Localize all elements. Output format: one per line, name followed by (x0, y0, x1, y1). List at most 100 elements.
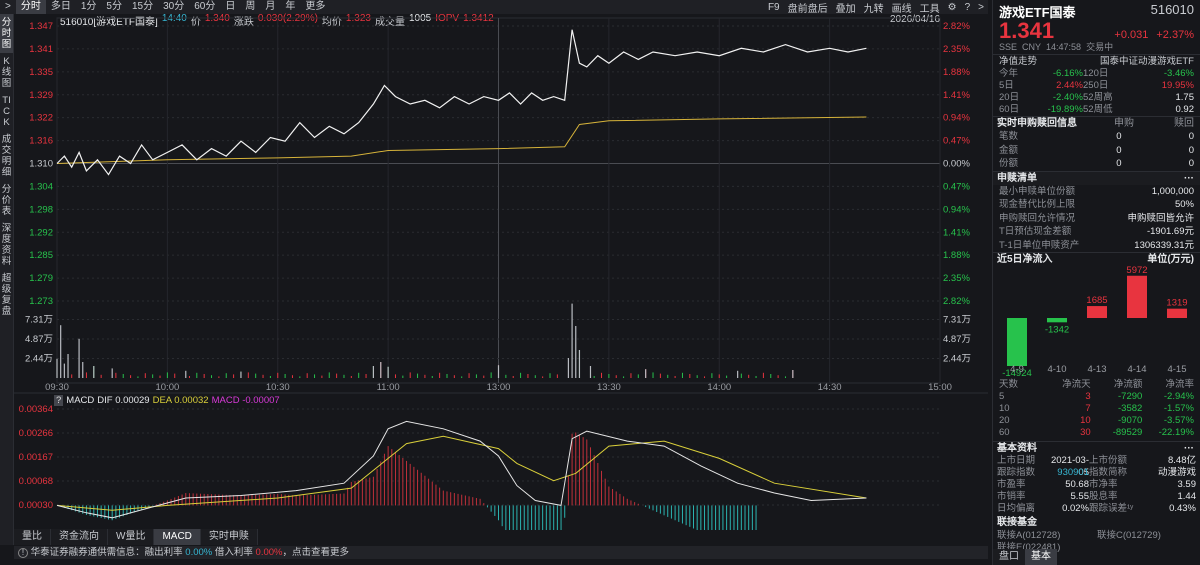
inflow-day: 4-9 (1010, 364, 1024, 375)
nav-cell: 19.95% (1161, 80, 1194, 91)
inflow-cell: -22.19% (1158, 427, 1194, 438)
inflow-value: 5972 (1126, 266, 1147, 276)
basic-cell: 跟踪误差¹ʸ (1089, 503, 1134, 514)
creation-value: 1306339.31元 (1134, 239, 1194, 251)
inflow-day: 4-15 (1167, 364, 1186, 375)
macd-tick: 0.00167 (19, 452, 53, 463)
pct-tick: 1.88% (943, 250, 970, 261)
indicator-tab-4[interactable]: 实时申赎 (200, 529, 258, 545)
inflow-table-header: 天数 净流天 净流额 净流率 (993, 379, 1200, 391)
view-tab-6[interactable]: 超级复盘 (0, 270, 13, 320)
trade-state: 交易中 (1086, 42, 1114, 52)
creation-row: 现金替代比例上限 50% (993, 198, 1200, 212)
price-tick: 1.329 (29, 90, 53, 101)
realtime-cell: 0 (1188, 158, 1194, 169)
inflow-unit: 单位(万元) (1147, 254, 1194, 265)
inflow-cell: 5 (999, 391, 1005, 402)
time-tick: 13:30 (597, 382, 621, 393)
basic-cell: 0.02% (1062, 503, 1089, 514)
inflow-cell: 7 (1085, 403, 1091, 414)
time-tick: 11:00 (377, 382, 400, 393)
view-tab-0[interactable]: 分时图 (0, 14, 13, 53)
inflow-head: 净流天 (1062, 379, 1091, 390)
view-tab-3[interactable]: 成交明细 (0, 131, 13, 181)
creation-label: T-1日单位申赎资产 (999, 239, 1080, 251)
inflow-day: 4-13 (1087, 364, 1106, 375)
panel-tab-0[interactable]: 盘口 (993, 549, 1025, 565)
creation-value: 50% (1174, 199, 1194, 210)
inflow-cell: 10 (999, 403, 1010, 414)
price-tick: 1.335 (29, 67, 53, 78)
nav-cell: 52周高 (1083, 92, 1113, 103)
creation-value: 1,000,000 (1151, 185, 1194, 197)
indicator-tab-1[interactable]: 资金流向 (51, 529, 108, 545)
realtime-cell: 金额 (999, 144, 1019, 156)
indicator-tab-2[interactable]: W量比 (108, 529, 155, 545)
time-tick: 15:00 (928, 382, 952, 393)
inflow-row: 10 7 -3582 -1.57% (993, 403, 1200, 415)
view-tab-5[interactable]: 深度资料 (0, 220, 13, 270)
basic-cell: 1.44 (1177, 491, 1197, 502)
realtime-title: 实时申购赎回信息 (997, 118, 1077, 129)
inflow-bar (1087, 306, 1107, 318)
nav-cell: 250日 (1083, 80, 1109, 91)
price-tick: 1.341 (29, 44, 53, 55)
basic-more-button[interactable]: ··· (1184, 442, 1194, 455)
nav-cell: 今年 (999, 68, 1019, 79)
macd-name: MACD (66, 395, 95, 406)
realtime-cell: 0 (1116, 144, 1122, 156)
last-price: 1.341 (999, 18, 1055, 43)
nav-cell: -2.40% (1052, 92, 1083, 103)
price-tick: 1.285 (29, 250, 53, 261)
creation-label: 现金替代比例上限 (999, 199, 1076, 210)
inflow-row: 5 3 -7290 -2.94% (993, 391, 1200, 403)
borrow-rate: 0.00% (255, 547, 283, 558)
view-tab-1[interactable]: K线图 (0, 53, 13, 92)
nav-cell: 2.44% (1056, 80, 1083, 91)
basic-cell: 50.68 (1065, 479, 1089, 490)
time-tick: 09:30 (45, 382, 69, 393)
inflow-row: 60 30 -89529 -22.19% (993, 427, 1200, 439)
indicator-tab-0[interactable]: 量比 (14, 529, 51, 545)
help-icon[interactable]: ? (54, 395, 64, 406)
inflow-day: 4-14 (1127, 364, 1146, 375)
creation-label: T日预估现金差额 (999, 226, 1072, 237)
inflow-cell: 20 (999, 415, 1010, 426)
time-tick: 14:30 (818, 382, 842, 393)
view-tab-2[interactable]: TICK (0, 92, 13, 131)
nav-row: 20日 -2.40% 52周高 1.75 (993, 92, 1200, 104)
inflow-row: 20 10 -9070 -3.57% (993, 415, 1200, 427)
macd-tick: 0.00266 (19, 428, 53, 439)
basic-row: 市销率 5.55 股息率 1.44 (993, 491, 1200, 503)
nav-index: 国泰中证动漫游戏ETF (1100, 56, 1194, 67)
status-bar[interactable]: ! 华泰证券融券通供需信息：融出利率 0.00% 借入利率 0.00%，点击查看… (14, 546, 988, 559)
view-tab-4[interactable]: 分价表 (0, 181, 13, 220)
macd-dea: DEA 0.00032 (152, 395, 209, 406)
macd-tick: 0.00068 (19, 476, 53, 487)
inflow-table: 天数 净流天 净流额 净流率 5 3 -7290 -2.94% 10 7 -3582 -1.57% 20… (993, 379, 1200, 439)
panel-tab-1[interactable]: 基本 (1025, 549, 1057, 565)
indicator-tab-3[interactable]: MACD (154, 529, 201, 545)
col-subscribe: 申购 (1114, 118, 1134, 129)
volume-tick-right: 2.44万 (943, 353, 971, 364)
linked-fund-a[interactable]: 联接A(012728) (997, 530, 1097, 542)
linked-fund-c[interactable]: 联接C(012729) (1097, 530, 1196, 542)
time-tick: 13:00 (487, 382, 511, 393)
basic-cell: 动漫游戏 (1157, 467, 1196, 478)
basic-cell: 市净率 (1089, 479, 1118, 490)
basic-row: 上市日期 2021-03-05 上市份额 8.48亿 (993, 455, 1200, 478)
nav-row: 今年 -6.16% 120日 -3.46% (993, 68, 1200, 80)
realtime-cell: 0 (1188, 131, 1194, 142)
realtime-cell: 笔数 (999, 131, 1019, 142)
more-link[interactable]: ，点击查看更多 (282, 547, 349, 558)
basic-table: 上市日期 2021-03-05 上市份额 8.48亿 跟踪指数 930901 指数简称 动漫游… (993, 455, 1200, 526)
basic-cell: 跟踪指数 (997, 467, 1036, 478)
basic-cell[interactable]: 930901 (1041, 467, 1089, 479)
creation-value: 申购赎回皆允许 (1127, 212, 1194, 224)
panel-tabs: 盘口 基本 (993, 549, 1057, 565)
inflow-head: 净流率 (1165, 379, 1194, 390)
macd-tick: 0.00030 (19, 500, 53, 511)
creation-more-button[interactable]: ··· (1184, 172, 1194, 185)
inflow-cell: 10 (1080, 415, 1091, 426)
intraday-chart[interactable]: 1.347 2.82% 1.341 2.35% 1.335 1.88% 1.329 1.41%… (14, 0, 988, 530)
